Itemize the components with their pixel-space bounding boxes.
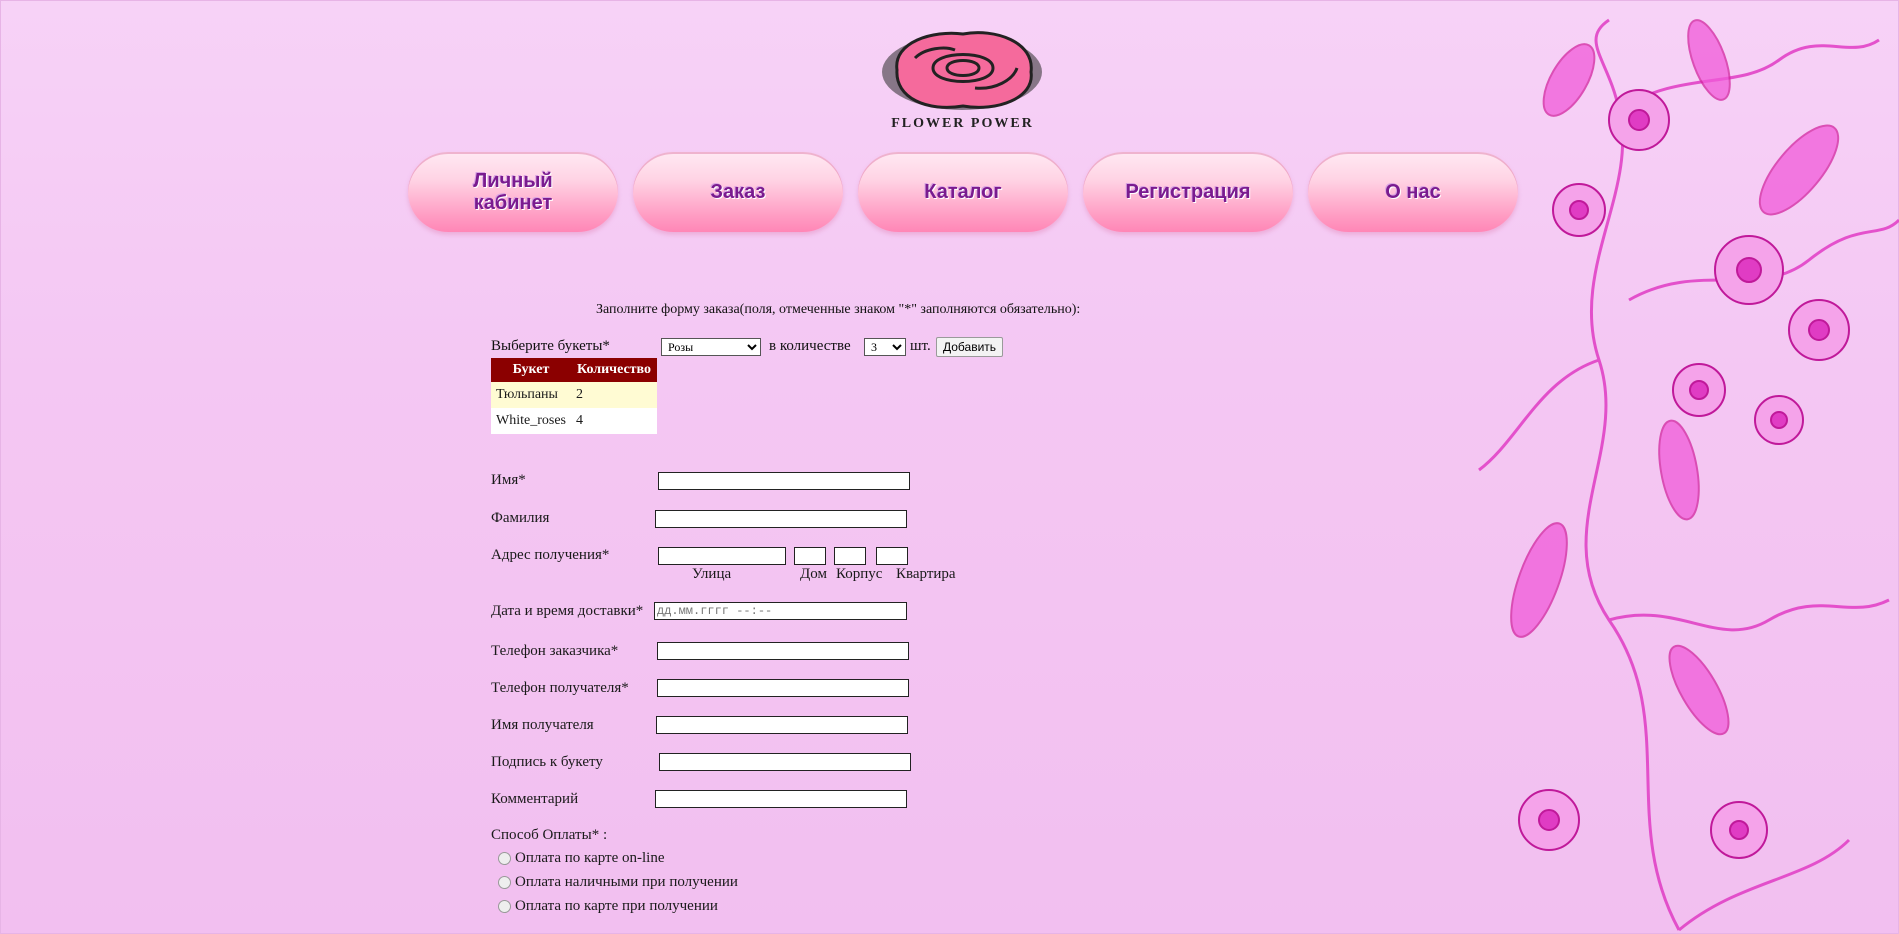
surname-label: Фамилия (491, 510, 550, 526)
recipient-name-field[interactable] (656, 716, 908, 734)
address-label: Адрес получения* (491, 547, 610, 563)
table-cell: Тюльпаны (491, 382, 571, 408)
nav-button-registration[interactable]: Регистрация (1083, 152, 1293, 232)
payment-label: Способ Оплаты* : (491, 827, 608, 843)
delivery-label: Дата и время доставки* (491, 603, 644, 619)
delivery-datetime-field[interactable] (654, 602, 907, 620)
radio-button[interactable] (498, 852, 511, 865)
bouquet-label: Выберите букеты* (491, 338, 610, 354)
recipient-phone-label: Телефон получателя* (491, 680, 629, 696)
nav-label: О нас (1385, 181, 1441, 203)
payment-option-card-on-delivery[interactable]: Оплата по карте при получении (498, 898, 718, 915)
table-header-row: Букет Количество (491, 358, 658, 382)
payment-option-cash[interactable]: Оплата наличными при получении (498, 874, 738, 891)
bouquet-table: Букет Количество Тюльпаны 2 White_roses … (491, 358, 658, 434)
nav-button-personal-account[interactable]: Личный кабинет (408, 152, 618, 232)
radio-button[interactable] (498, 876, 511, 889)
card-note-label: Подпись к букету (491, 754, 603, 770)
house-field[interactable] (794, 547, 826, 565)
street-field[interactable] (658, 547, 786, 565)
rose-logo-icon (882, 31, 1042, 110)
payment-option-label: Оплата по карте при получении (515, 898, 718, 914)
nav-label: Личный кабинет (473, 170, 553, 214)
table-cell: 4 (570, 408, 658, 434)
nav-label: Заказ (710, 181, 766, 203)
house-sublabel: Дом (800, 566, 827, 582)
form-title: Заполните форму заказа(поля, отмеченные … (596, 302, 1081, 317)
table-header: Количество (570, 358, 658, 382)
building-field[interactable] (834, 547, 866, 565)
nav-button-catalog[interactable]: Каталог (858, 152, 1068, 232)
comment-label: Комментарий (491, 791, 579, 807)
nav-label: Каталог (924, 181, 1002, 203)
logo-text: FLOWER POWER (891, 116, 1034, 131)
table-header: Букет (491, 358, 571, 382)
payment-option-online-card[interactable]: Оплата по карте on-line (498, 850, 665, 867)
add-bouquet-button[interactable]: Добавить (936, 337, 1004, 357)
page-frame (0, 0, 1899, 934)
payment-option-label: Оплата наличными при получении (515, 874, 738, 890)
payment-option-label: Оплата по карте on-line (515, 850, 665, 866)
radio-button[interactable] (498, 900, 511, 913)
table-row: White_roses 4 (491, 408, 658, 434)
table-cell: White_roses (491, 408, 571, 434)
nav-label: Регистрация (1125, 181, 1251, 203)
surname-field[interactable] (655, 510, 907, 528)
unit-label: шт. (910, 338, 931, 354)
table-cell: 2 (570, 382, 658, 408)
quantity-select[interactable]: 3 (864, 338, 906, 356)
customer-phone-field[interactable] (657, 642, 909, 660)
table-row: Тюльпаны 2 (491, 382, 658, 408)
main-navigation: Личный кабинет Заказ Каталог Регистрация… (408, 152, 1518, 232)
recipient-name-label: Имя получателя (491, 717, 594, 733)
nav-button-about[interactable]: О нас (1308, 152, 1518, 232)
comment-field[interactable] (655, 790, 907, 808)
building-sublabel: Корпус (836, 566, 883, 582)
recipient-phone-field[interactable] (657, 679, 909, 697)
name-label: Имя* (491, 472, 526, 488)
card-note-field[interactable] (659, 753, 911, 771)
apartment-sublabel: Квартира (896, 566, 956, 582)
street-sublabel: Улица (692, 566, 732, 582)
customer-phone-label: Телефон заказчика* (491, 643, 619, 659)
bouquet-select[interactable]: Розы (661, 338, 761, 356)
quantity-label: в количестве (769, 338, 851, 354)
nav-button-order[interactable]: Заказ (633, 152, 843, 232)
flower-power-logo[interactable]: FLOWER POWER (875, 28, 1050, 138)
name-field[interactable] (658, 472, 910, 490)
apartment-field[interactable] (876, 547, 908, 565)
